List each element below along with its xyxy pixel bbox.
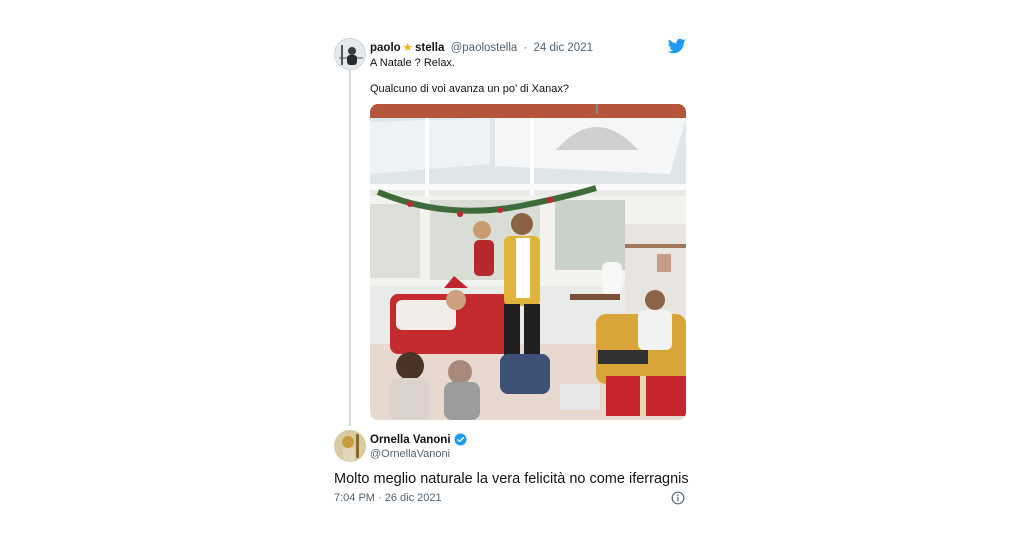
- tweet-date[interactable]: 24 dic 2021: [534, 42, 593, 54]
- verified-badge-icon: [454, 433, 466, 446]
- avatar-ornellavanoni[interactable]: [334, 430, 366, 462]
- tweet2-timestamp[interactable]: 7:04 PM · 26 dic 2021: [334, 492, 442, 504]
- avatar-paolostella[interactable]: [334, 38, 366, 70]
- tweet1-header: paolo ★ stella @paolostella · 24 dic 2021: [370, 40, 593, 54]
- tweet-photo[interactable]: [370, 104, 686, 420]
- christmas-family-photo-icon: [370, 104, 686, 420]
- tweet2-author-name[interactable]: Ornella Vanoni: [370, 433, 467, 446]
- avatar-photo-icon: [334, 430, 366, 462]
- tweet2-text: Molto meglio naturale la vera felicità n…: [334, 471, 689, 487]
- meta-separator: ·: [523, 42, 528, 54]
- author-name[interactable]: Ornella Vanoni: [370, 434, 451, 446]
- thread-connector-line: [349, 70, 351, 426]
- tweet2-author-handle[interactable]: @OrnellaVanoni: [370, 448, 450, 460]
- author-name-first[interactable]: paolo: [370, 42, 401, 54]
- tweet1-text-line1: A Natale ? Relax.: [370, 57, 455, 69]
- author-name-last[interactable]: stella: [415, 42, 444, 54]
- info-icon[interactable]: [671, 491, 685, 505]
- tweet1-text-line2: Qualcuno di voi avanza un po’ di Xanax?: [370, 83, 569, 95]
- author-handle[interactable]: @paolostella: [451, 42, 518, 54]
- star-emoji-icon: ★: [402, 42, 413, 54]
- twitter-bird-icon[interactable]: [667, 37, 687, 55]
